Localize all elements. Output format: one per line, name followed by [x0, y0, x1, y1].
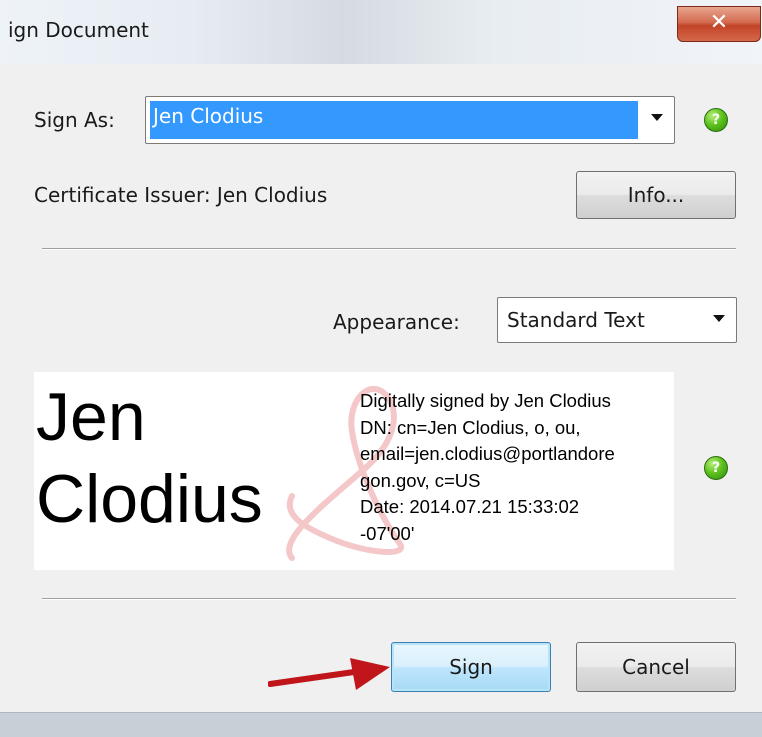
chevron-down-icon[interactable] [644, 101, 670, 139]
signature-detail-line: DN: cn=Jen Clodius, o, ou, [360, 416, 581, 438]
signature-name: Jen Clodius [36, 376, 263, 540]
chevron-down-icon[interactable] [706, 302, 732, 338]
sign-as-selected-value: Jen Clodius [150, 101, 638, 139]
sign-button[interactable]: Sign [391, 642, 551, 692]
window-bottom-edge [0, 712, 762, 737]
signature-detail-line: -07'00' [360, 522, 415, 544]
close-button[interactable]: ✕ [677, 6, 761, 42]
separator [42, 598, 736, 600]
title-bar[interactable]: ign Document ✕ [0, 0, 762, 64]
signature-preview: Jen Clodius Digitally signed by Jen Clod… [34, 372, 674, 570]
help-icon[interactable]: ? [704, 108, 728, 132]
help-icon[interactable]: ? [704, 456, 728, 480]
signature-name-line: Clodius [36, 461, 263, 537]
signature-detail-line: gon.gov, c=US [360, 469, 481, 491]
separator [42, 248, 736, 250]
window-title: ign Document [8, 18, 149, 42]
appearance-label: Appearance: [333, 310, 460, 334]
cancel-button[interactable]: Cancel [576, 642, 736, 692]
sign-as-dropdown[interactable]: Jen Clodius [145, 96, 675, 144]
signature-name-line: Jen [36, 379, 146, 455]
close-icon: ✕ [709, 10, 729, 35]
signature-details: Digitally signed by Jen Clodius DN: cn=J… [360, 388, 670, 547]
appearance-selected-value: Standard Text [507, 308, 645, 332]
sign-document-dialog: ign Document ✕ Sign As: Jen Clodius ? Ce… [0, 0, 762, 737]
signature-detail-line: Digitally signed by Jen Clodius [360, 390, 611, 411]
red-arrow-icon [268, 658, 390, 690]
signature-detail-line: email=jen.clodius@portlandore [360, 443, 615, 464]
appearance-dropdown[interactable]: Standard Text [497, 297, 737, 343]
signature-detail-line: Date: 2014.07.21 15:33:02 [360, 496, 580, 517]
sign-as-label: Sign As: [34, 108, 115, 132]
info-button[interactable]: Info... [576, 171, 736, 219]
certificate-issuer-text: Certificate Issuer: Jen Clodius [34, 183, 328, 207]
